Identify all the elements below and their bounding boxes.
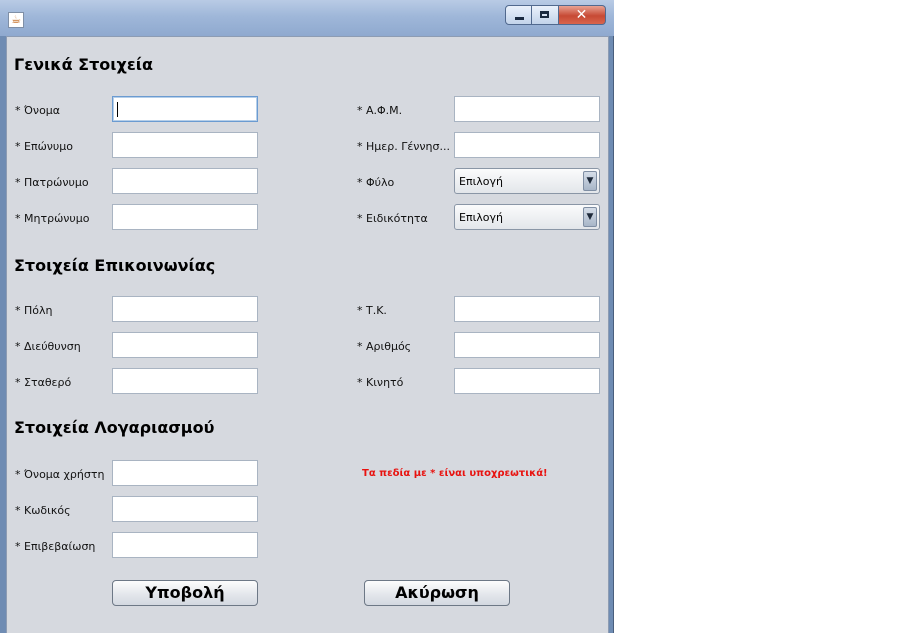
form-panel: Γενικά Στοιχεία * Όνομα * Επώνυμο * Πατρ… <box>6 36 609 633</box>
address-label: * Διεύθυνση <box>15 340 81 353</box>
father-name-field[interactable] <box>112 168 258 194</box>
minimize-button[interactable] <box>505 5 532 25</box>
mother-name-label: * Μητρώνυμο <box>15 212 90 225</box>
father-name-label: * Πατρώνυμο <box>15 176 89 189</box>
gender-selected-value: Επιλογή <box>459 175 504 188</box>
gender-dropdown[interactable]: Επιλογή ▼ <box>454 168 600 194</box>
address-field[interactable] <box>112 332 258 358</box>
section-title-general: Γενικά Στοιχεία <box>14 55 153 74</box>
birth-date-label: * Ημερ. Γέννησ... <box>357 140 450 153</box>
number-label: * Αριθμός <box>357 340 412 353</box>
number-field[interactable] <box>454 332 600 358</box>
mobile-label: * Κινητό <box>357 376 404 389</box>
application-window: ☕ ✕ Γενικά Στοιχεία * Όνομα * Επώνυμο * … <box>0 0 614 633</box>
text-caret <box>117 102 118 117</box>
landline-label: * Σταθερό <box>15 376 72 389</box>
section-title-contact: Στοιχεία Επικοινωνίας <box>14 256 216 275</box>
cancel-button[interactable]: Ακύρωση <box>364 580 510 606</box>
username-label: * Όνομα χρήστη <box>15 468 105 481</box>
specialty-dropdown[interactable]: Επιλογή ▼ <box>454 204 600 230</box>
specialty-selected-value: Επιλογή <box>459 211 504 224</box>
section-title-account: Στοιχεία Λογαριασμού <box>14 418 215 437</box>
required-fields-note: Τα πεδία με * είναι υποχρεωτικά! <box>362 468 548 479</box>
city-label: * Πόλη <box>15 304 53 317</box>
java-icon: ☕ <box>8 12 24 28</box>
city-field[interactable] <box>112 296 258 322</box>
name-label: * Όνομα <box>15 104 61 117</box>
maximize-icon <box>540 11 549 18</box>
mother-name-field[interactable] <box>112 204 258 230</box>
birth-date-field[interactable] <box>454 132 600 158</box>
minimize-icon <box>515 17 524 20</box>
title-bar[interactable]: ☕ ✕ <box>0 0 614 36</box>
dropdown-arrow-icon[interactable]: ▼ <box>583 171 597 191</box>
afm-field[interactable] <box>454 96 600 122</box>
surname-field[interactable] <box>112 132 258 158</box>
window-controls: ✕ <box>505 5 606 27</box>
confirm-password-field[interactable] <box>112 532 258 558</box>
landline-field[interactable] <box>112 368 258 394</box>
close-icon: ✕ <box>575 7 588 23</box>
postal-code-field[interactable] <box>454 296 600 322</box>
gender-label: * Φύλο <box>357 176 395 189</box>
maximize-button[interactable] <box>532 5 559 25</box>
confirm-password-label: * Επιβεβαίωση <box>15 540 96 553</box>
username-field[interactable] <box>112 460 258 486</box>
mobile-field[interactable] <box>454 368 600 394</box>
postal-code-label: * Τ.Κ. <box>357 304 387 317</box>
password-label: * Κωδικός <box>15 504 71 517</box>
password-field[interactable] <box>112 496 258 522</box>
specialty-label: * Ειδικότητα <box>357 212 428 225</box>
name-field[interactable] <box>112 96 258 122</box>
afm-label: * Α.Φ.Μ. <box>357 104 403 117</box>
dropdown-arrow-icon[interactable]: ▼ <box>583 207 597 227</box>
submit-button[interactable]: Υποβολή <box>112 580 258 606</box>
surname-label: * Επώνυμο <box>15 140 74 153</box>
close-button[interactable]: ✕ <box>559 5 606 25</box>
